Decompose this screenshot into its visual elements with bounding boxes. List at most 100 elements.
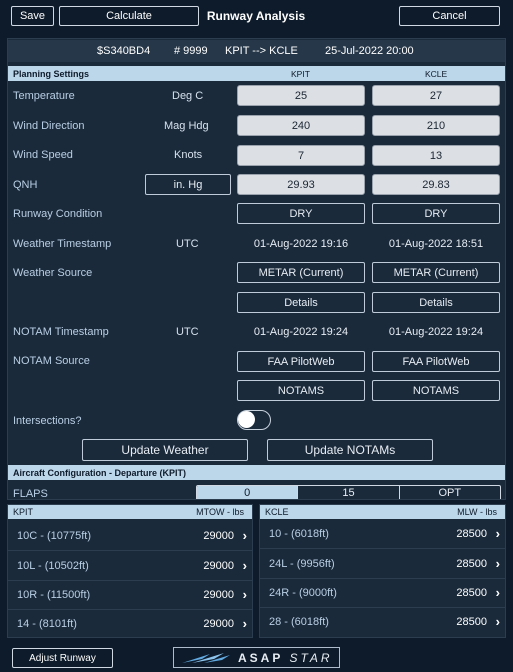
col-header-kpit: KPIT [291,68,310,79]
notam-source-label: NOTAM Source [13,355,90,367]
flaps-option[interactable]: 0 [197,486,299,499]
flaps-option[interactable]: 15 [298,486,400,499]
chevron-right-icon: › [242,616,247,631]
runway-name: 28 - (6018ft) [269,616,329,628]
temperature-unit: Deg C [172,90,204,102]
flaps-label: FLAPS [13,488,48,500]
weather-timestamp-kcle: 01-Aug-2022 18:51 [388,238,484,250]
runway-weight: 28500 [456,528,487,540]
chevron-right-icon: › [242,558,247,573]
runway-weight: 28500 [456,587,487,599]
adjust-runway-button[interactable]: Adjust Runway [12,648,113,668]
runway-name: 24R - (9000ft) [269,587,337,599]
flight-datetime: 25-Jul-2022 20:00 [325,45,414,57]
runway-name: 10 - (6018ft) [269,528,329,540]
runway-row[interactable]: 14 - (8101ft) 29000 › [8,610,252,639]
weather-timestamp-label: Weather Timestamp [13,238,112,250]
section-title: Planning Settings [13,68,90,79]
intersections-toggle[interactable] [237,410,271,430]
aircraft-id: $S340BD4 [97,45,151,57]
arrival-runways-header: KCLE MLW - lbs [260,505,505,519]
wing-logo-icon [182,652,230,663]
wind-speed-kpit-field[interactable]: 7 [237,145,365,166]
chevron-right-icon: › [495,614,500,629]
flight-info-bar: $S340BD4 # 9999 KPIT --> KCLE 25-Jul-202… [8,40,505,62]
wind-speed-kcle-field[interactable]: 13 [372,145,500,166]
qnh-kpit-field[interactable]: 29.93 [237,174,365,195]
temperature-label: Temperature [13,90,75,102]
wind-direction-kcle-field[interactable]: 210 [372,115,500,136]
runway-weight: 29000 [203,589,234,601]
runway-name: 14 - (8101ft) [17,618,77,630]
wind-direction-kpit-field[interactable]: 240 [237,115,365,136]
runway-weight: 28500 [456,616,487,628]
chevron-right-icon: › [242,528,247,543]
runway-weight: 29000 [203,618,234,630]
runway-condition-label: Runway Condition [13,208,103,220]
wind-direction-label: Wind Direction [13,120,85,132]
weather-timestamp-kpit: 01-Aug-2022 19:16 [253,238,349,250]
notams-kcle-button[interactable]: NOTAMS [372,380,500,401]
flaps-option[interactable]: OPT [400,486,500,499]
notam-timestamp-unit: UTC [176,326,199,338]
col-header-kcle: KCLE [425,68,448,79]
runway-weight: 28500 [456,558,487,570]
weather-source-label: Weather Source [13,267,93,279]
logo-text: ASAP STAR [238,651,333,665]
runway-condition-kcle-button[interactable]: DRY [372,203,500,224]
temperature-kcle-field[interactable]: 27 [372,85,500,106]
notam-timestamp-label: NOTAM Timestamp [13,326,109,338]
runway-row[interactable]: 10L - (10502ft) 29000 › [8,552,252,581]
qnh-unit-button[interactable]: in. Hg [145,174,231,195]
notam-source-kcle-button[interactable]: FAA PilotWeb [372,351,500,372]
weight-label: MTOW - lbs [196,507,244,517]
weather-details-kpit-button[interactable]: Details [237,292,365,313]
runway-row[interactable]: 10R - (11500ft) 29000 › [8,581,252,610]
wind-direction-unit: Mag Hdg [164,120,209,132]
departure-runways-header: KPIT MTOW - lbs [8,505,252,519]
runway-condition-kpit-button[interactable]: DRY [237,203,365,224]
runway-row[interactable]: 24R - (9000ft) 28500 › [260,579,505,608]
chevron-right-icon: › [242,587,247,602]
notam-source-kpit-button[interactable]: FAA PilotWeb [237,351,365,372]
planning-settings-header: Planning Settings KPIT KCLE [8,66,505,81]
intersections-label: Intersections? [13,415,82,427]
update-weather-button[interactable]: Update Weather [82,439,248,461]
runway-weight: 29000 [203,560,234,572]
update-notams-button[interactable]: Update NOTAMs [267,439,433,461]
departure-runways-panel: KPIT MTOW - lbs 10C - (10775ft) 29000 › … [7,504,253,638]
notams-kpit-button[interactable]: NOTAMS [237,380,365,401]
weather-timestamp-unit: UTC [176,238,199,250]
section-title: Aircraft Configuration - Departure (KPIT… [13,467,187,478]
temperature-kpit-field[interactable]: 25 [237,85,365,106]
chevron-right-icon: › [495,556,500,571]
weather-source-kcle-button[interactable]: METAR (Current) [372,262,500,283]
planning-panel: $S340BD4 # 9999 KPIT --> KCLE 25-Jul-202… [7,38,506,500]
runway-name: 10R - (11500ft) [17,589,91,601]
weather-details-kcle-button[interactable]: Details [372,292,500,313]
route: KPIT --> KCLE [225,45,298,57]
qnh-kcle-field[interactable]: 29.83 [372,174,500,195]
runway-name: 24L - (9956ft) [269,558,335,570]
runway-row[interactable]: 24L - (9956ft) 28500 › [260,550,505,579]
runway-weight: 29000 [203,530,234,542]
runway-name: 10L - (10502ft) [17,560,89,572]
page-title: Runway Analysis [206,9,306,23]
runway-row[interactable]: 10C - (10775ft) 29000 › [8,522,252,551]
chevron-right-icon: › [495,526,500,541]
toggle-knob [238,411,255,428]
cancel-button[interactable]: Cancel [399,6,500,26]
wind-speed-unit: Knots [174,149,203,161]
flaps-segmented-control[interactable]: 0 15 OPT [196,485,501,499]
notam-timestamp-kpit: 01-Aug-2022 19:24 [253,326,349,338]
runway-row[interactable]: 28 - (6018ft) 28500 › [260,608,505,637]
airport-code: KCLE [265,507,289,517]
arrival-runways-panel: KCLE MLW - lbs 10 - (6018ft) 28500 › 24L… [259,504,506,638]
notam-timestamp-kcle: 01-Aug-2022 19:24 [388,326,484,338]
weather-source-kpit-button[interactable]: METAR (Current) [237,262,365,283]
runway-row[interactable]: 10 - (6018ft) 28500 › [260,520,505,549]
save-button[interactable]: Save [11,6,54,26]
chevron-right-icon: › [495,585,500,600]
flight-number: # 9999 [174,45,208,57]
weight-label: MLW - lbs [457,507,497,517]
